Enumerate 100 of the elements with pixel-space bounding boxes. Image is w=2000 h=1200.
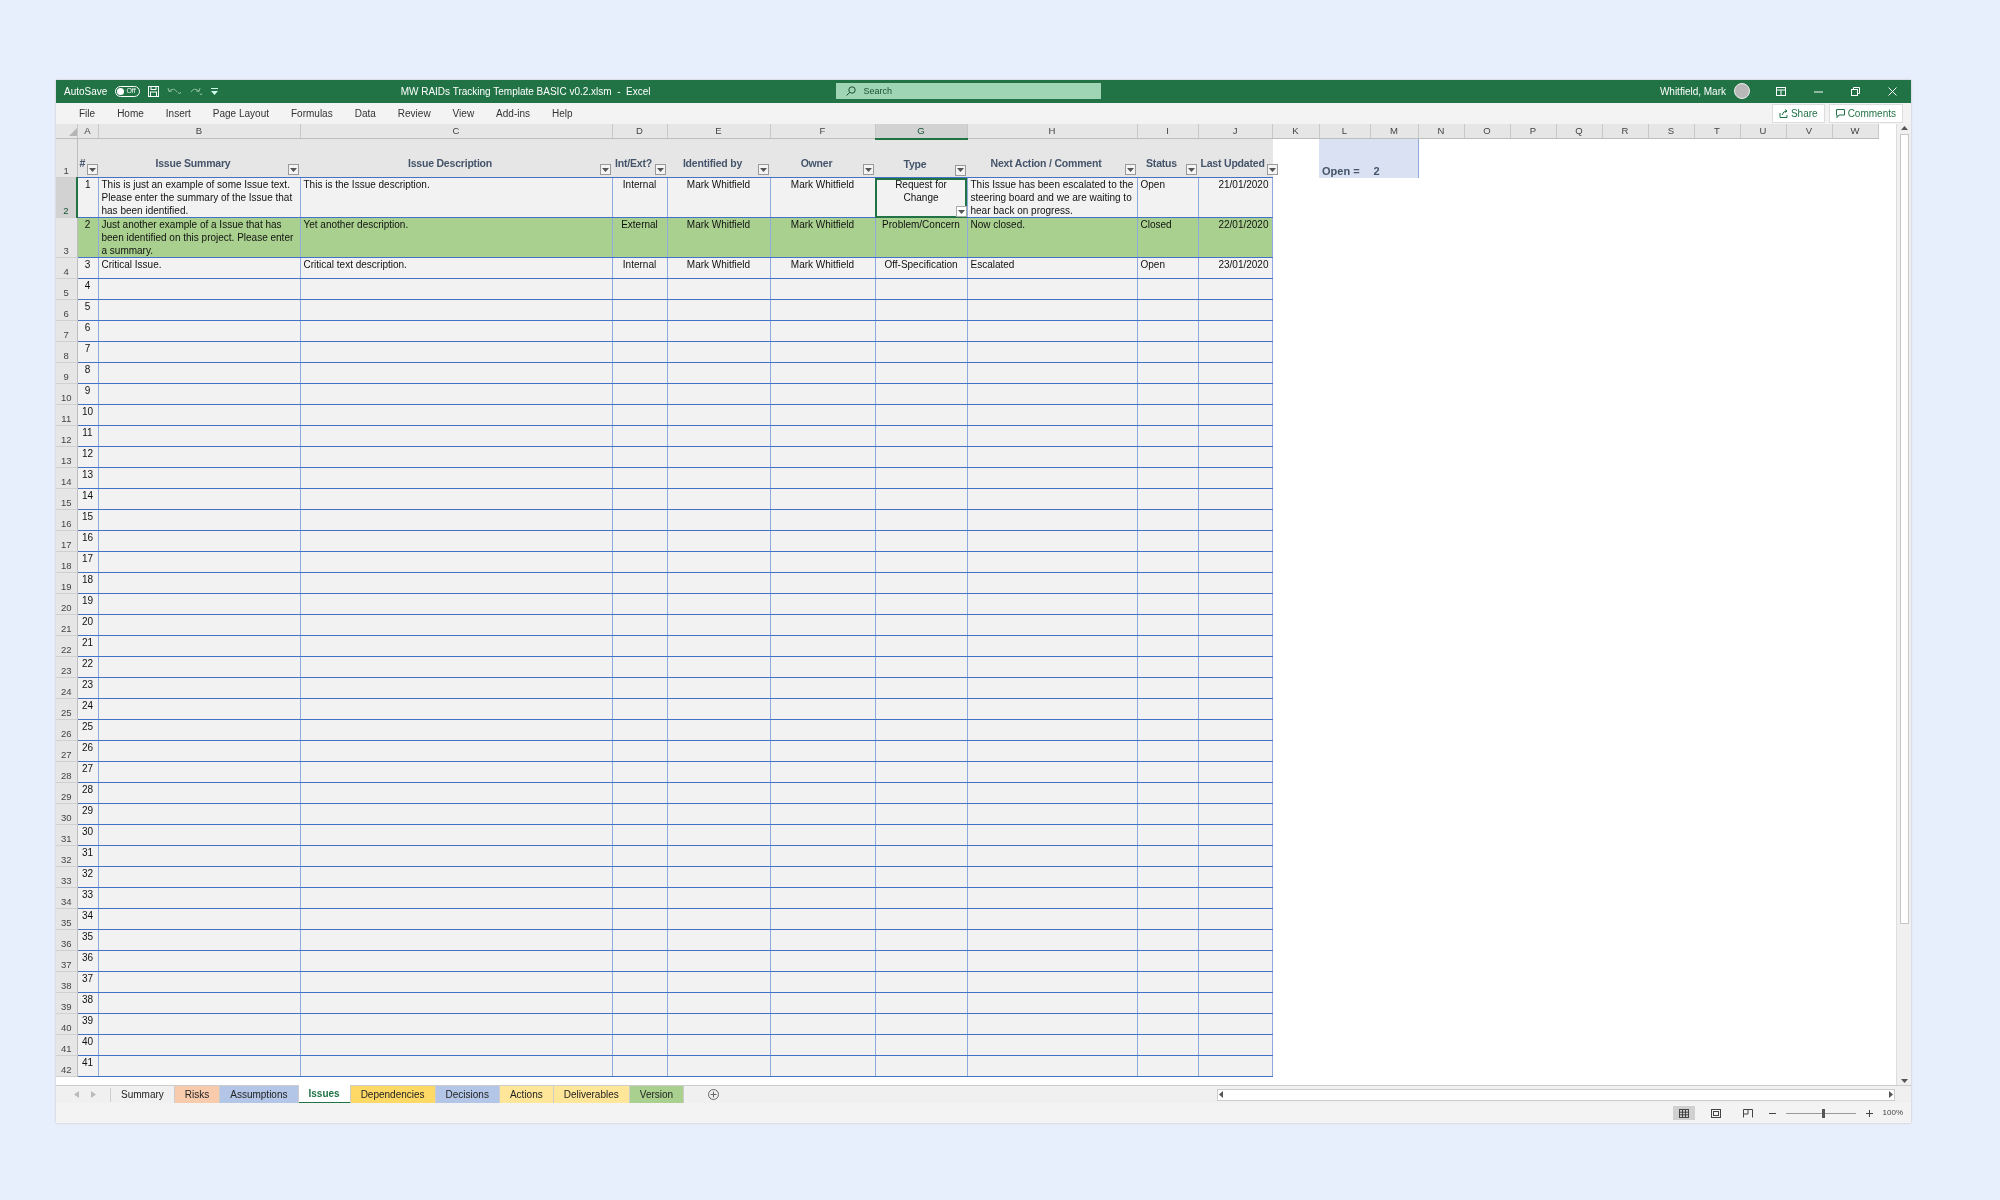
row-header[interactable]: 12 xyxy=(56,425,77,447)
row-header[interactable]: 34 xyxy=(56,887,77,909)
row-header[interactable]: 33 xyxy=(56,866,77,888)
zoom-level[interactable]: 100% xyxy=(1882,1107,1903,1119)
normal-view-button[interactable] xyxy=(1672,1106,1695,1120)
row-header[interactable]: 6 xyxy=(56,299,77,321)
filter-button[interactable] xyxy=(1124,164,1136,176)
filter-button[interactable] xyxy=(287,164,299,176)
row-header[interactable]: 14 xyxy=(56,467,77,489)
row-header[interactable]: 16 xyxy=(56,509,77,531)
search-field[interactable]: Search xyxy=(835,83,1101,100)
menu-item[interactable]: Data xyxy=(343,105,387,121)
sheet-tab[interactable]: Risks xyxy=(174,1086,221,1104)
scroll-thumb[interactable] xyxy=(1899,133,1909,924)
save-icon[interactable] xyxy=(147,85,159,97)
row-header[interactable]: 35 xyxy=(56,908,77,930)
avatar[interactable] xyxy=(1734,83,1750,100)
share-button[interactable]: Share xyxy=(1771,103,1825,123)
restore-icon[interactable] xyxy=(1851,86,1860,96)
row-header[interactable]: 19 xyxy=(56,572,77,594)
menu-item[interactable]: Add-ins xyxy=(485,105,541,121)
row-header[interactable]: 25 xyxy=(56,698,77,720)
filter-button[interactable] xyxy=(757,164,769,176)
menu-item[interactable]: View xyxy=(441,105,486,121)
row-header[interactable]: 27 xyxy=(56,740,77,762)
row-header[interactable]: 36 xyxy=(56,929,77,951)
close-icon[interactable] xyxy=(1888,86,1897,96)
filter-button[interactable] xyxy=(87,164,99,176)
horizontal-scrollbar[interactable] xyxy=(1217,1088,1895,1101)
column-title: Issue Description xyxy=(406,156,494,172)
filter-button[interactable] xyxy=(1185,164,1197,176)
row-header[interactable]: 11 xyxy=(56,404,77,426)
sheet-tab[interactable]: Version xyxy=(629,1086,685,1104)
row-header[interactable]: 41 xyxy=(56,1034,77,1056)
row-header[interactable]: 29 xyxy=(56,782,77,804)
filter-button[interactable] xyxy=(954,164,966,176)
column-title: Next Action / Comment xyxy=(989,156,1103,172)
undo-icon[interactable] xyxy=(166,86,181,96)
filter-button[interactable] xyxy=(862,164,874,176)
row-header[interactable]: 22 xyxy=(56,635,77,657)
sheet-tab[interactable]: Dependencies xyxy=(350,1086,436,1104)
menu-item[interactable]: Home xyxy=(106,105,155,121)
row-header[interactable]: 13 xyxy=(56,446,77,468)
row-header[interactable]: 31 xyxy=(56,824,77,846)
menu-item[interactable]: File xyxy=(68,105,107,121)
add-sheet-icon[interactable] xyxy=(708,1089,720,1101)
customize-toolbar-icon[interactable] xyxy=(210,87,218,95)
row-header[interactable]: 28 xyxy=(56,761,77,783)
menu-item[interactable]: Review xyxy=(386,105,442,121)
scroll-left-icon[interactable] xyxy=(1218,1091,1225,1099)
filter-button[interactable] xyxy=(599,164,611,176)
row-header[interactable]: 20 xyxy=(56,593,77,615)
row-header[interactable]: 38 xyxy=(56,971,77,993)
menu-item[interactable]: Page Layout xyxy=(201,105,280,121)
row-header[interactable]: 23 xyxy=(56,656,77,678)
row-header[interactable]: 7 xyxy=(56,320,77,342)
caret-icon xyxy=(956,168,964,173)
row-header[interactable]: 1 xyxy=(56,138,77,178)
summary-label: Open = xyxy=(1322,164,1360,178)
row-header[interactable]: 30 xyxy=(56,803,77,825)
row-header[interactable]: 4 xyxy=(56,257,77,279)
row-header[interactable]: 42 xyxy=(56,1055,77,1077)
row-header[interactable]: 32 xyxy=(56,845,77,867)
row-header[interactable]: 8 xyxy=(56,341,77,363)
zoom-in-icon[interactable] xyxy=(1865,1109,1873,1117)
filter-button[interactable] xyxy=(654,164,666,176)
row-header[interactable]: 40 xyxy=(56,1013,77,1035)
row-header[interactable]: 3 xyxy=(56,217,77,258)
row-header[interactable]: 37 xyxy=(56,950,77,972)
menu-item[interactable]: Help xyxy=(541,105,584,121)
ribbon-display-icon[interactable] xyxy=(1776,86,1786,96)
scroll-right-icon[interactable] xyxy=(1888,1091,1894,1099)
row-header[interactable]: 18 xyxy=(56,551,77,573)
row-header[interactable]: 9 xyxy=(56,362,77,384)
row-header[interactable]: 39 xyxy=(56,992,77,1014)
page-break-icon xyxy=(1742,1108,1753,1118)
row-header[interactable]: 15 xyxy=(56,488,77,510)
sheet-tab[interactable]: Decisions xyxy=(435,1086,500,1104)
sheet-tab[interactable]: Actions xyxy=(499,1086,554,1104)
row-header[interactable]: 24 xyxy=(56,677,77,699)
redo-icon[interactable] xyxy=(188,86,203,96)
sheet-tab[interactable]: Assumptions xyxy=(220,1086,299,1104)
row-header[interactable]: 2 xyxy=(56,177,77,218)
row-header[interactable]: 21 xyxy=(56,614,77,636)
caret-icon xyxy=(1187,167,1195,172)
sheet-tab[interactable]: Deliverables xyxy=(553,1086,630,1104)
vertical-scrollbar[interactable] xyxy=(1896,123,1911,1086)
filter-button[interactable] xyxy=(1266,164,1278,176)
comments-button[interactable]: Comments xyxy=(1828,103,1903,123)
zoom-slider-thumb[interactable] xyxy=(1821,1108,1825,1118)
menu-item[interactable]: Formulas xyxy=(280,105,344,121)
row-header[interactable]: 17 xyxy=(56,530,77,552)
row-header[interactable]: 5 xyxy=(56,278,77,300)
menu-item[interactable]: Insert xyxy=(154,105,202,121)
caret-icon xyxy=(656,167,664,172)
dropdown-button[interactable] xyxy=(955,206,966,217)
row-header[interactable]: 26 xyxy=(56,719,77,741)
row-header[interactable]: 10 xyxy=(56,383,77,405)
table-cell[interactable]: Request for Change xyxy=(875,177,967,218)
autosave-label: AutoSave xyxy=(64,84,108,99)
